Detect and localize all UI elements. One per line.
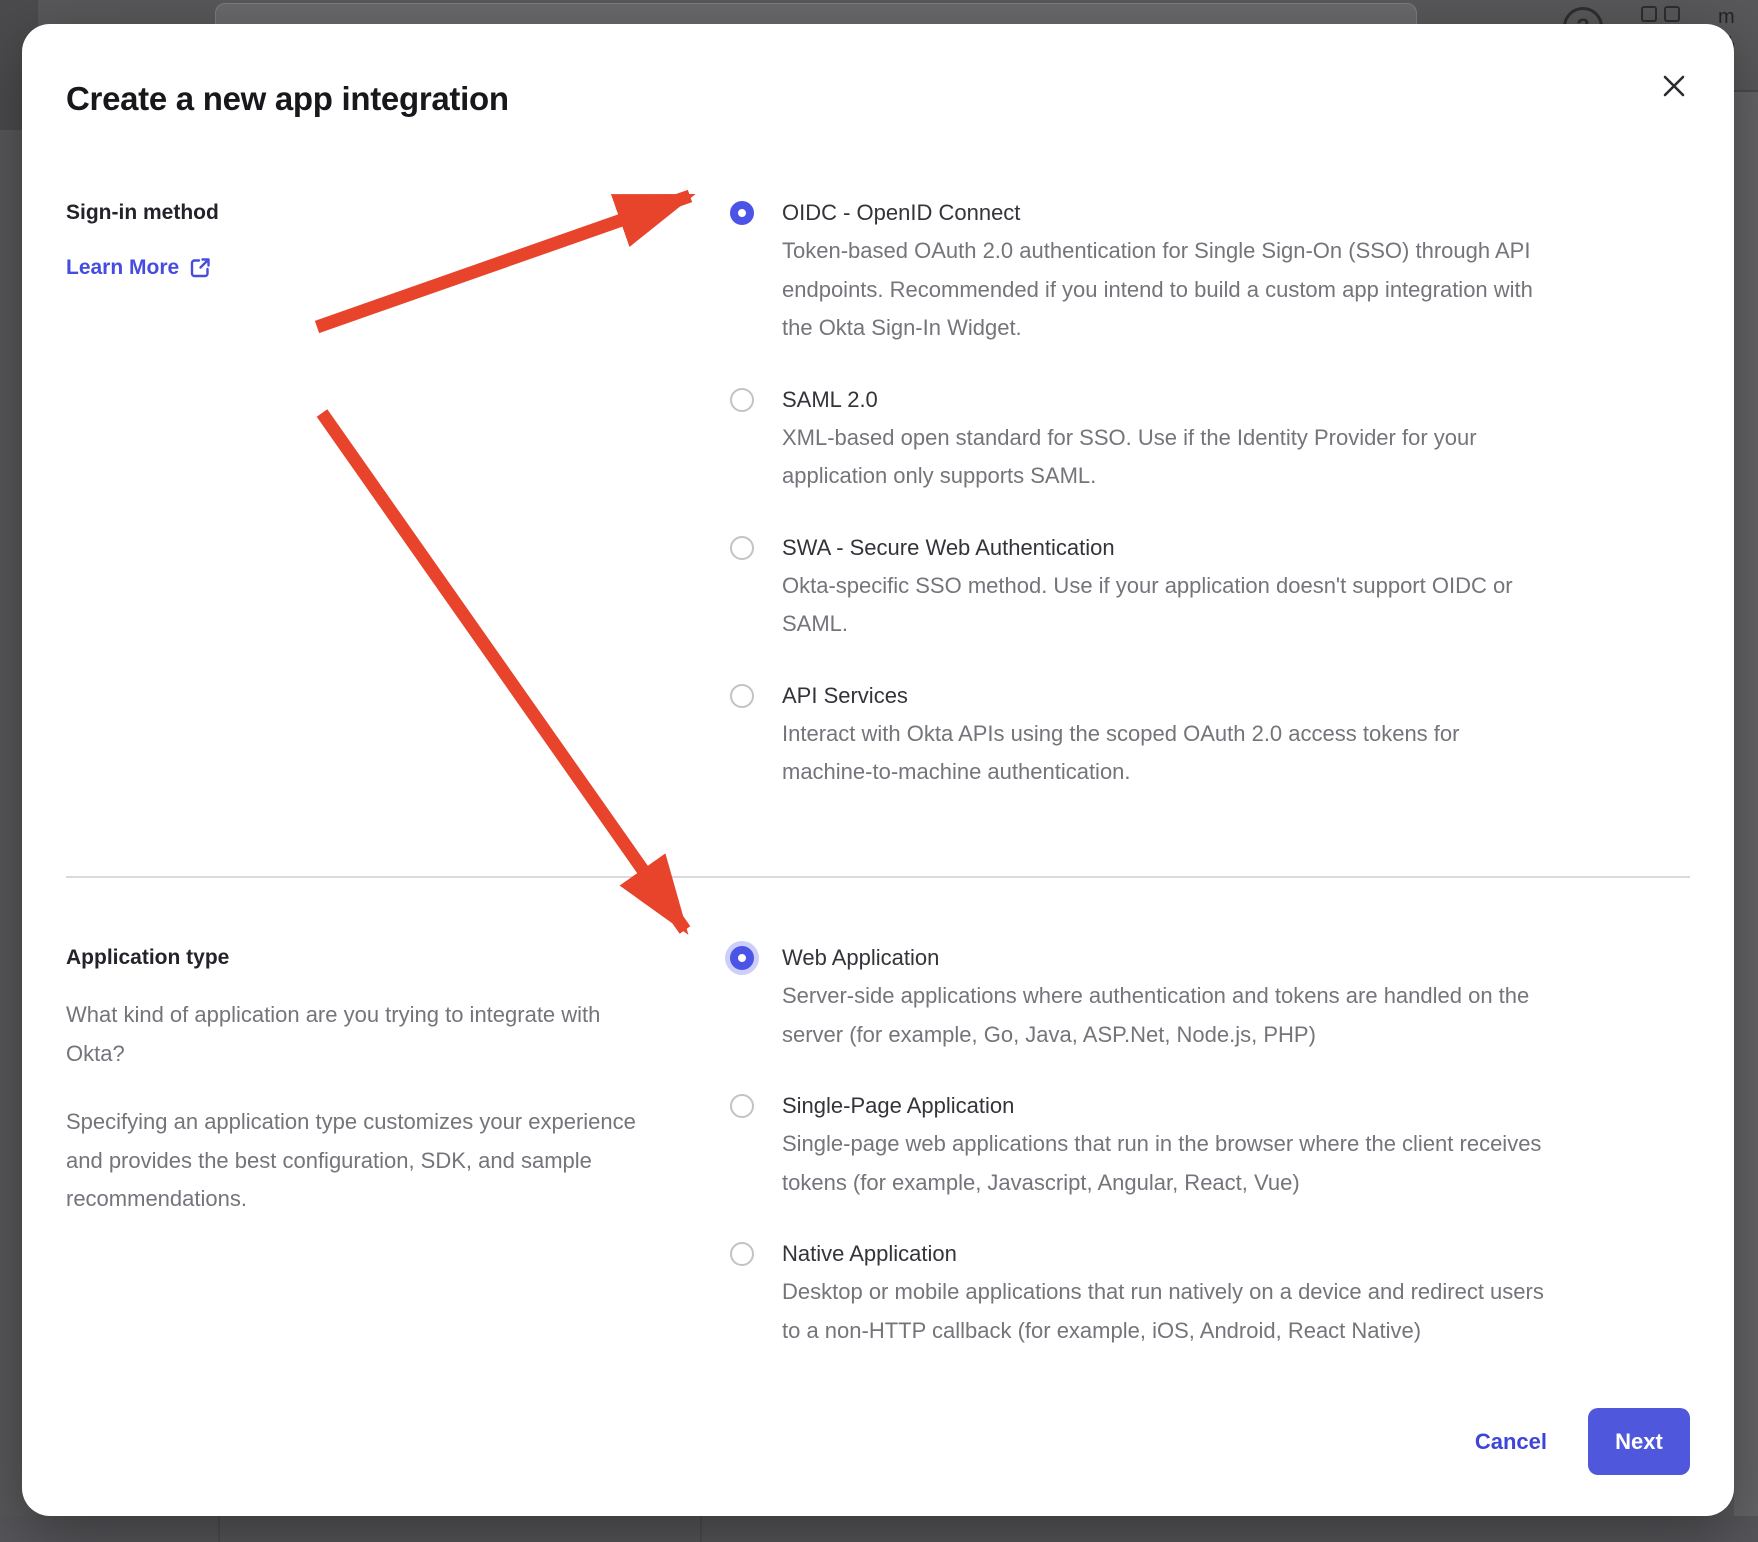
application-type-question: What kind of application are you trying … [66, 996, 658, 1073]
option-label: API Services [782, 677, 1554, 715]
option-description: Okta-specific SSO method. Use if your ap… [782, 567, 1554, 644]
sign-in-method-options: OIDC - OpenID Connect Token-based OAuth … [730, 194, 1554, 825]
external-link-icon [188, 256, 212, 280]
option-description: XML-based open standard for SSO. Use if … [782, 419, 1554, 496]
option-description: Server-side applications where authentic… [782, 977, 1554, 1054]
option-single-page-application[interactable]: Single-Page Application Single-page web … [730, 1087, 1554, 1202]
cancel-button[interactable]: Cancel [1475, 1429, 1547, 1455]
radio-swa[interactable] [730, 536, 754, 560]
option-label: Native Application [782, 1235, 1554, 1273]
option-label: SAML 2.0 [782, 381, 1554, 419]
sign-in-method-column: Sign-in method Learn More [66, 194, 676, 280]
application-type-label: Application type [66, 939, 676, 977]
option-label: Web Application [782, 939, 1554, 977]
background-right-strip [1734, 0, 1758, 1542]
background-bottom-strip [0, 1516, 1758, 1542]
option-label: OIDC - OpenID Connect [782, 194, 1554, 232]
radio-api-services[interactable] [730, 684, 754, 708]
apps-grid-icon [1641, 6, 1680, 22]
option-description: Single-page web applications that run in… [782, 1125, 1554, 1202]
option-api-services[interactable]: API Services Interact with Okta APIs usi… [730, 677, 1554, 792]
option-description: Interact with Okta APIs using the scoped… [782, 715, 1554, 792]
option-label: Single-Page Application [782, 1087, 1554, 1125]
option-swa[interactable]: SWA - Secure Web Authentication Okta-spe… [730, 529, 1554, 644]
dialog-footer: Cancel Next [1475, 1408, 1690, 1475]
option-web-application[interactable]: Web Application Server-side applications… [730, 939, 1554, 1054]
next-button[interactable]: Next [1588, 1408, 1690, 1475]
sign-in-method-label: Sign-in method [66, 194, 676, 232]
application-type-options: Web Application Server-side applications… [730, 939, 1554, 1383]
radio-single-page-application[interactable] [730, 1094, 754, 1118]
radio-native-application[interactable] [730, 1242, 754, 1266]
section-divider [66, 876, 1690, 878]
application-type-help-text: Specifying an application type customize… [66, 1103, 658, 1219]
create-app-integration-dialog: Create a new app integration Sign-in met… [22, 24, 1734, 1516]
option-description: Desktop or mobile applications that run … [782, 1273, 1554, 1350]
learn-more-link[interactable]: Learn More [66, 256, 212, 280]
radio-oidc[interactable] [730, 201, 754, 225]
learn-more-text: Learn More [66, 256, 179, 280]
close-icon [1659, 71, 1689, 101]
radio-web-application[interactable] [730, 946, 754, 970]
dialog-title: Create a new app integration [66, 80, 509, 118]
option-oidc[interactable]: OIDC - OpenID Connect Token-based OAuth … [730, 194, 1554, 348]
application-type-column: Application type What kind of applicatio… [66, 939, 676, 1219]
close-button[interactable] [1654, 66, 1694, 106]
option-label: SWA - Secure Web Authentication [782, 529, 1554, 567]
option-saml[interactable]: SAML 2.0 XML-based open standard for SSO… [730, 381, 1554, 496]
radio-saml[interactable] [730, 388, 754, 412]
option-native-application[interactable]: Native Application Desktop or mobile app… [730, 1235, 1554, 1350]
option-description: Token-based OAuth 2.0 authentication for… [782, 232, 1554, 348]
